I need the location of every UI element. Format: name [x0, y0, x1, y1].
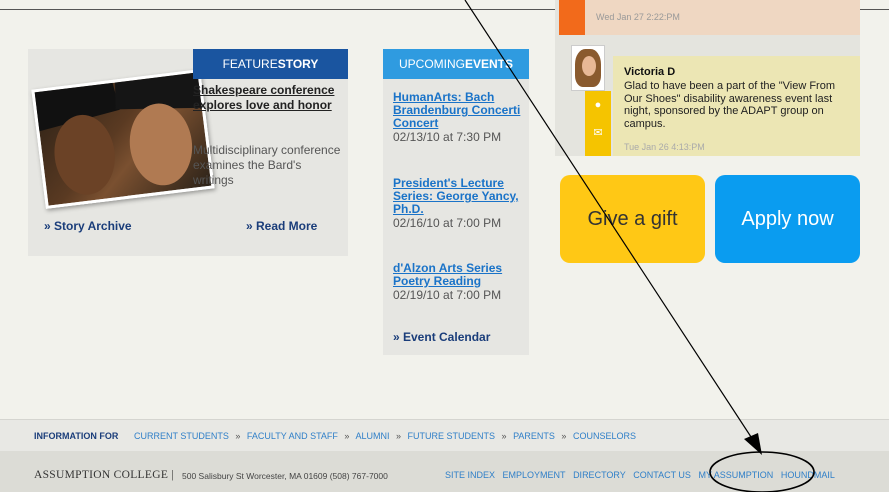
footer-link-directory[interactable]: DIRECTORY: [573, 470, 626, 480]
link-separator: »: [395, 431, 401, 441]
event-title-link[interactable]: HumanArts: Bach Brandenburg Concerti Con…: [393, 91, 523, 130]
footer-links: SITE INDEX EMPLOYMENT DIRECTORY CONTACT …: [445, 470, 840, 480]
event-calendar-link[interactable]: » Event Calendar: [393, 330, 490, 344]
footer-link-contact-us[interactable]: CONTACT US: [633, 470, 691, 480]
upcoming-events-panel: UPCOMINGEVENTS HumanArts: Bach Brandenbu…: [383, 49, 529, 355]
college-name: ASSUMPTION COLLEGE |: [34, 469, 174, 481]
event-date: 02/13/10 at 7:30 PM: [393, 130, 502, 144]
feature-story-header: FEATURESTORY: [193, 49, 348, 79]
mail-icon[interactable]: ✉: [591, 127, 605, 139]
audience-link-faculty-staff[interactable]: FACULTY AND STAFF: [247, 431, 338, 441]
feed-source-tab: [559, 0, 585, 35]
college-address: 500 Salisbury St Worcester, MA 01609 (50…: [182, 471, 388, 481]
site-footer: ASSUMPTION COLLEGE | 500 Salisbury St Wo…: [0, 451, 889, 492]
post-timestamp: Wed Jan 27 2:22:PM: [596, 12, 680, 22]
audience-link-current-students[interactable]: CURRENT STUDENTS: [134, 431, 229, 441]
footer-link-houndmail[interactable]: HOUNDMAIL: [781, 470, 835, 480]
feature-head-bold: STORY: [277, 57, 319, 71]
audience-link-counselors[interactable]: COUNSELORS: [573, 431, 636, 441]
event-date: 02/19/10 at 7:00 PM: [393, 288, 502, 302]
feature-head-light: FEATURE: [222, 57, 278, 71]
upcoming-events-header: UPCOMINGEVENTS: [383, 49, 529, 79]
feature-story-title-link[interactable]: Shakespeare conference explores love and…: [193, 83, 343, 113]
post-text: Glad to have been a part of the "View Fr…: [624, 80, 835, 130]
footer-link-my-assumption[interactable]: MY ASSUMPTION: [698, 470, 773, 480]
feature-photo[interactable]: [31, 69, 215, 209]
post-author[interactable]: Victoria D: [624, 66, 675, 78]
event-title-link[interactable]: d'Alzon Arts Series Poetry Reading: [393, 262, 523, 288]
link-separator: »: [561, 431, 567, 441]
events-head-bold: EVENTS: [464, 57, 513, 71]
footer-link-employment[interactable]: EMPLOYMENT: [503, 470, 566, 480]
link-separator: »: [235, 431, 241, 441]
story-archive-link[interactable]: » Story Archive: [44, 219, 132, 233]
read-more-link[interactable]: » Read More: [246, 219, 317, 233]
footer-link-site-index[interactable]: SITE INDEX: [445, 470, 495, 480]
feature-story-panel: FEATURESTORY Shakespeare conference expl…: [28, 49, 348, 256]
post-timestamp: Tue Jan 26 4:13:PM: [624, 142, 705, 152]
social-feed: Wed Jan 27 2:22:PM ● ✉ Victoria D Glad t…: [555, 0, 860, 156]
feature-story-description: Multidisciplinary conference examines th…: [193, 143, 341, 187]
event-item: d'Alzon Arts Series Poetry Reading 02/19…: [393, 262, 523, 302]
audience-link-alumni[interactable]: ALUMNI: [355, 431, 389, 441]
information-for-bar: INFORMATION FOR CURRENT STUDENTS » FACUL…: [0, 419, 889, 451]
event-item: President's Lecture Series: George Yancy…: [393, 177, 523, 230]
feed-post: Victoria D Glad to have been a part of t…: [613, 56, 860, 156]
give-a-gift-button[interactable]: Give a gift: [560, 175, 705, 263]
event-date: 02/16/10 at 7:00 PM: [393, 216, 502, 230]
event-item: HumanArts: Bach Brandenburg Concerti Con…: [393, 91, 523, 144]
events-head-light: UPCOMING: [398, 57, 465, 71]
information-for-label: INFORMATION FOR: [34, 431, 119, 441]
feed-actions-tab: ● ✉: [585, 91, 611, 156]
comment-icon[interactable]: ●: [591, 99, 605, 111]
audience-link-future-students[interactable]: FUTURE STUDENTS: [408, 431, 496, 441]
event-title-link[interactable]: President's Lecture Series: George Yancy…: [393, 177, 523, 216]
audience-link-parents[interactable]: PARENTS: [513, 431, 555, 441]
apply-now-button[interactable]: Apply now: [715, 175, 860, 263]
link-separator: »: [501, 431, 507, 441]
avatar[interactable]: [571, 45, 605, 91]
feed-post: Wed Jan 27 2:22:PM: [585, 0, 860, 35]
audience-links: CURRENT STUDENTS » FACULTY AND STAFF » A…: [134, 431, 636, 441]
link-separator: »: [344, 431, 350, 441]
